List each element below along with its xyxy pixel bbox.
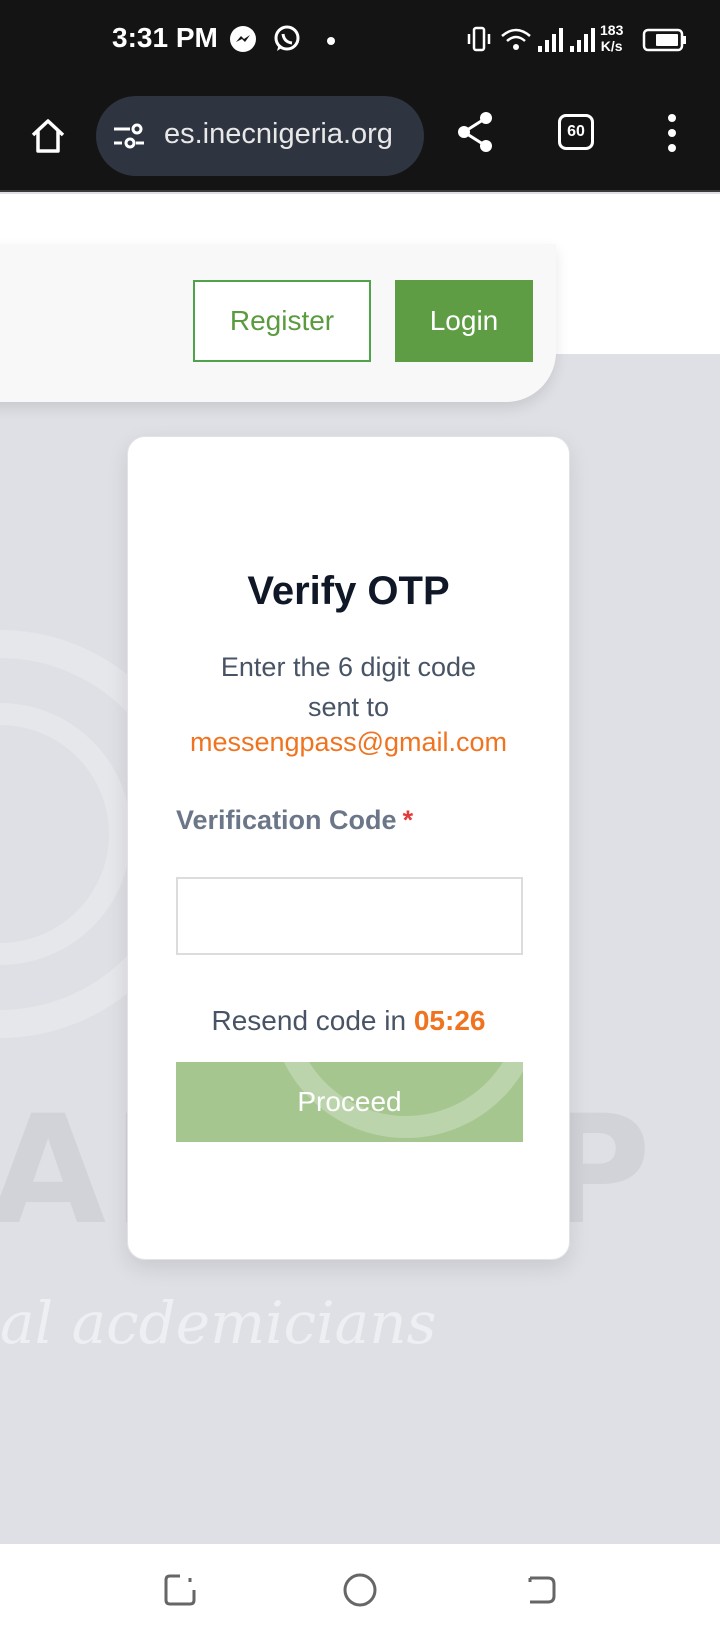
otp-card: Verify OTP Enter the 6 digit code sent t… <box>127 436 570 1260</box>
otp-subtitle-line1: Enter the 6 digit code <box>220 652 477 682</box>
site-settings-icon[interactable] <box>112 120 146 152</box>
messenger-icon <box>230 26 256 52</box>
recents-icon[interactable] <box>160 1570 200 1610</box>
signal-icon <box>570 28 595 52</box>
resend-prefix: Resend code in <box>211 1005 407 1036</box>
browser-toolbar: es.inecnigeria.org 60 <box>0 82 720 192</box>
otp-email: messengpass@gmail.com <box>189 727 508 757</box>
home-icon[interactable] <box>28 116 68 156</box>
network-speed-unit: K/s <box>600 38 623 54</box>
home-circle-icon[interactable] <box>340 1570 380 1610</box>
status-time: 3:31 PM <box>112 22 218 53</box>
background-watermark-script: al acdemicians <box>0 1289 437 1357</box>
whatsapp-icon <box>274 25 300 51</box>
signal-icon <box>538 28 563 52</box>
address-bar[interactable]: es.inecnigeria.org <box>96 96 424 176</box>
network-speed: 183 K/s <box>600 22 623 54</box>
page-content: ARSHIP '30 al acdemicians Register Login… <box>0 194 720 1544</box>
status-bar: 3:31 PM 183 K/s <box>0 0 720 82</box>
proceed-label: Proceed <box>297 1086 402 1117</box>
network-speed-value: 183 <box>600 22 624 38</box>
page-title: Verify OTP <box>247 569 450 613</box>
resend-timer: 05:26 <box>413 1005 486 1036</box>
verification-code-input[interactable] <box>176 877 523 955</box>
wifi-icon <box>501 28 531 50</box>
required-mark: * <box>402 805 414 835</box>
register-button[interactable]: Register <box>193 280 371 362</box>
share-icon[interactable] <box>456 110 496 154</box>
otp-subtitle: Enter the 6 digit code sent to <box>128 647 569 727</box>
back-icon[interactable] <box>520 1570 560 1610</box>
verification-code-label: Verification Code * <box>176 805 413 836</box>
tabs-icon: 60 <box>567 123 585 140</box>
dot-icon <box>327 37 335 45</box>
proceed-button[interactable]: Proceed <box>176 1062 523 1142</box>
verification-code-label-text: Verification Code <box>176 805 397 835</box>
system-nav-bar <box>0 1544 720 1640</box>
login-button[interactable]: Login <box>395 280 533 362</box>
battery-icon <box>642 28 686 52</box>
url-text[interactable]: es.inecnigeria.org <box>164 118 393 151</box>
more-icon[interactable] <box>662 112 682 154</box>
tabs-button[interactable]: 60 <box>558 114 594 150</box>
otp-subtitle-line2: sent to <box>307 692 390 722</box>
vibrate-icon <box>467 26 491 52</box>
resend-code-text: Resend code in 05:26 <box>128 1005 569 1037</box>
